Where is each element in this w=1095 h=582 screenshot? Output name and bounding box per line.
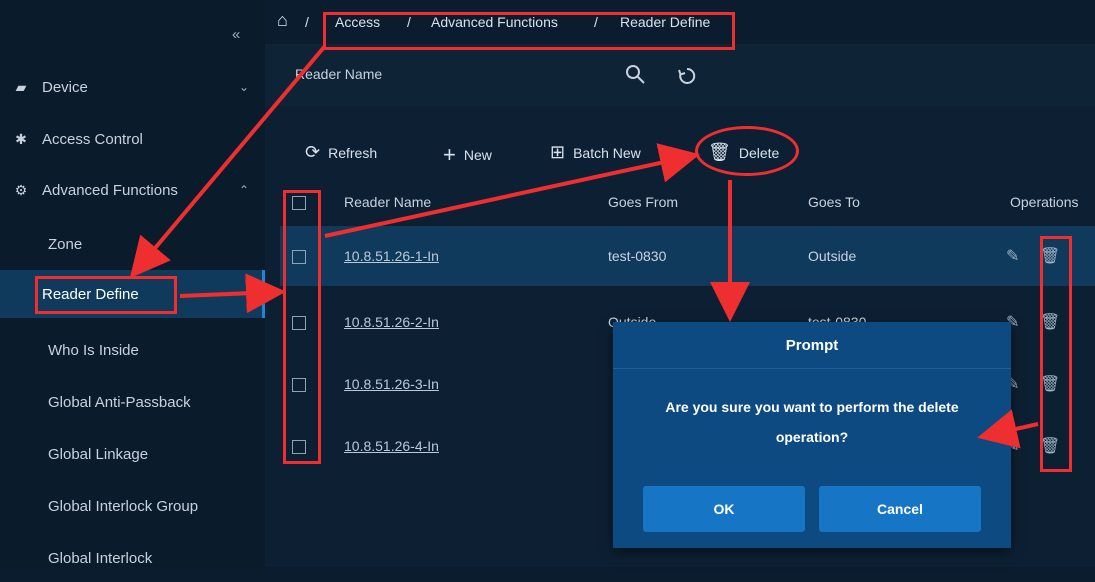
- annotation-arrows: [129, 44, 1039, 449]
